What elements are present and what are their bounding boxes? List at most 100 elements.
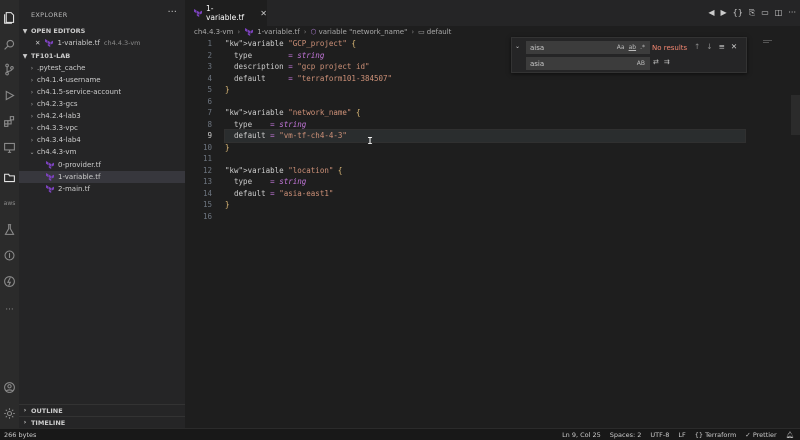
outline-label: OUTLINE <box>31 406 63 415</box>
status-language-label: Terraform <box>705 431 737 439</box>
tree-folder-item[interactable]: › ch4.1.5-service-account <box>19 86 185 98</box>
chevron-right-icon: › <box>30 88 34 96</box>
more-icon[interactable]: ··· <box>2 302 17 317</box>
editor-actions: ◀ ▶ {} ⎘ ▭ ◫ ··· <box>708 8 796 18</box>
workspace-header[interactable]: ▼ TF101-LAB <box>19 50 185 62</box>
terraform-file-icon <box>193 8 203 18</box>
symbol-field-icon: ▭ <box>418 28 425 36</box>
scrollbar-thumb[interactable] <box>791 95 800 135</box>
code-line[interactable]: "kw">variable "network_name" { <box>225 107 745 119</box>
status-file-size[interactable]: 266 bytes <box>4 431 36 439</box>
tree-item-label: 0-provider.tf <box>58 161 101 169</box>
line-number: 5 <box>207 85 212 94</box>
status-eol[interactable]: LF <box>678 431 685 439</box>
explorer-more-actions-icon[interactable]: ··· <box>167 7 177 18</box>
code-line[interactable]: type = string <box>225 176 745 188</box>
breadcrumb-file[interactable]: 1-variable.tf <box>257 28 299 36</box>
find-options: Aa ab .* <box>617 44 645 51</box>
chevron-right-icon: › <box>30 136 34 144</box>
use-regex-icon[interactable]: .* <box>640 44 645 51</box>
testing-flask-icon[interactable] <box>2 222 17 237</box>
remote-explorer-icon[interactable] <box>2 140 17 155</box>
tree-file-item[interactable]: 0-provider.tf <box>19 159 185 171</box>
check-icon: ✓ <box>745 431 753 439</box>
find-in-selection-icon[interactable]: ≡ <box>719 42 725 51</box>
code-line[interactable]: default = "terraform101-384507" <box>225 73 745 85</box>
replace-input[interactable]: asia AB <box>526 57 650 70</box>
status-cursor-position[interactable]: Ln 9, Col 25 <box>562 431 601 439</box>
code-line[interactable]: default = "asia-east1" <box>225 188 745 200</box>
code-editor[interactable]: 1 2 3 4 5 6 7 8 9 10 11 12 13 14 15 16 "kw">variable "G… <box>185 38 800 428</box>
timeline-header[interactable]: › TIMELINE <box>19 416 185 428</box>
vertical-scrollbar[interactable] <box>791 38 800 428</box>
account-icon[interactable] <box>2 380 17 395</box>
run-debug-icon[interactable] <box>2 88 17 103</box>
settings-gear-icon[interactable] <box>2 406 17 421</box>
replace-all-icon[interactable]: ⇉ <box>664 58 670 66</box>
status-encoding[interactable]: UTF-8 <box>650 431 669 439</box>
code-line[interactable]: type = string <box>225 119 745 131</box>
open-editor-item[interactable]: ✕ 1-variable.tf ch4.4.3-vm <box>19 37 185 49</box>
notifications-bell-icon[interactable]: 🔔︎ <box>786 431 794 439</box>
breadcrumb-member[interactable]: default <box>427 28 452 36</box>
match-whole-word-icon[interactable]: ab <box>629 44 637 51</box>
tree-file-item-selected[interactable]: 1-variable.tf <box>19 171 185 183</box>
close-icon[interactable]: ✕ <box>35 39 40 47</box>
tree-folder-item[interactable]: › ch4.2.4-lab3 <box>19 110 185 122</box>
code-line[interactable]: } <box>225 142 745 154</box>
code-line[interactable]: default = "vm-tf-ch4-4-3" <box>224 129 746 143</box>
previous-match-icon[interactable]: ↑ <box>694 42 700 51</box>
tree-folder-item[interactable]: › ch4.2.3-gcs <box>19 98 185 110</box>
lightning-icon[interactable] <box>2 274 17 289</box>
go-forward-icon[interactable]: ▶ <box>720 8 726 18</box>
tree-folder-item[interactable]: › .pytest_cache <box>19 62 185 74</box>
next-match-icon[interactable]: ↓ <box>706 42 712 51</box>
breadcrumb-symbol[interactable]: variable "network_name" <box>319 28 408 36</box>
find-input[interactable]: aisa Aa ab .* <box>526 41 650 54</box>
close-icon[interactable]: ✕ <box>260 9 267 18</box>
go-back-icon[interactable]: ◀ <box>708 8 714 18</box>
split-editor-icon[interactable]: ◫ <box>775 8 783 18</box>
status-indentation[interactable]: Spaces: 2 <box>610 431 642 439</box>
code-line[interactable]: } <box>225 84 745 96</box>
source-control-icon[interactable] <box>2 62 17 77</box>
close-icon[interactable]: ✕ <box>731 42 737 51</box>
match-case-icon[interactable]: Aa <box>617 44 625 51</box>
more-actions-icon[interactable]: ··· <box>788 8 796 18</box>
terminal-icon[interactable]: ▭ <box>761 8 769 18</box>
activity-bar: aws ··· <box>0 0 19 428</box>
tree-folder-item[interactable]: › ch4.3.4-lab4 <box>19 134 185 146</box>
tree-file-item[interactable]: 2-main.tf <box>19 183 185 195</box>
extensions-icon[interactable] <box>2 114 17 129</box>
toggle-replace-chevron-icon[interactable]: ⌄ <box>515 43 520 50</box>
code-line[interactable]: ​ <box>225 211 745 223</box>
find-result-status: No results <box>652 44 688 52</box>
tab-1-variable[interactable]: 1-variable.tf ✕ <box>185 0 267 26</box>
braces-icon[interactable]: {} <box>733 8 743 18</box>
tree-item-label: ch4.1.4-username <box>37 76 101 84</box>
gitlens-icon[interactable] <box>2 248 17 263</box>
line-number: 6 <box>207 96 212 106</box>
code-line[interactable]: } <box>225 199 745 211</box>
status-formatter[interactable]: ✓ Prettier <box>745 431 776 439</box>
outline-header[interactable]: › OUTLINE <box>19 404 185 416</box>
open-editors-header[interactable]: ▼ OPEN EDITORS <box>19 25 185 37</box>
code-line[interactable]: ​ <box>225 153 745 165</box>
code-line[interactable]: "kw">variable "location" { <box>225 165 745 177</box>
search-icon[interactable] <box>2 37 17 52</box>
tree-folder-item[interactable]: › ch4.1.4-username <box>19 74 185 86</box>
tab-label: 1-variable.tf <box>205 4 245 22</box>
aws-icon[interactable]: aws <box>2 196 17 211</box>
folder-icon[interactable] <box>2 170 17 185</box>
replace-one-icon[interactable]: ⇄ <box>653 58 659 66</box>
breadcrumb-folder[interactable]: ch4.4.3-vm <box>194 28 233 36</box>
open-preview-icon[interactable]: ⎘ <box>749 8 755 18</box>
status-language[interactable]: {} Terraform <box>695 431 737 439</box>
minimap[interactable] <box>763 40 772 43</box>
tree-item-label: ch4.4.3-vm <box>37 148 77 156</box>
tree-folder-item[interactable]: › ch4.3.3-vpc <box>19 122 185 134</box>
explorer-icon[interactable] <box>2 10 17 25</box>
preserve-case-icon[interactable]: AB <box>637 60 645 67</box>
code-line[interactable]: ​ <box>225 96 745 108</box>
tree-folder-item-expanded[interactable]: ⌄ ch4.4.3-vm <box>19 146 185 158</box>
